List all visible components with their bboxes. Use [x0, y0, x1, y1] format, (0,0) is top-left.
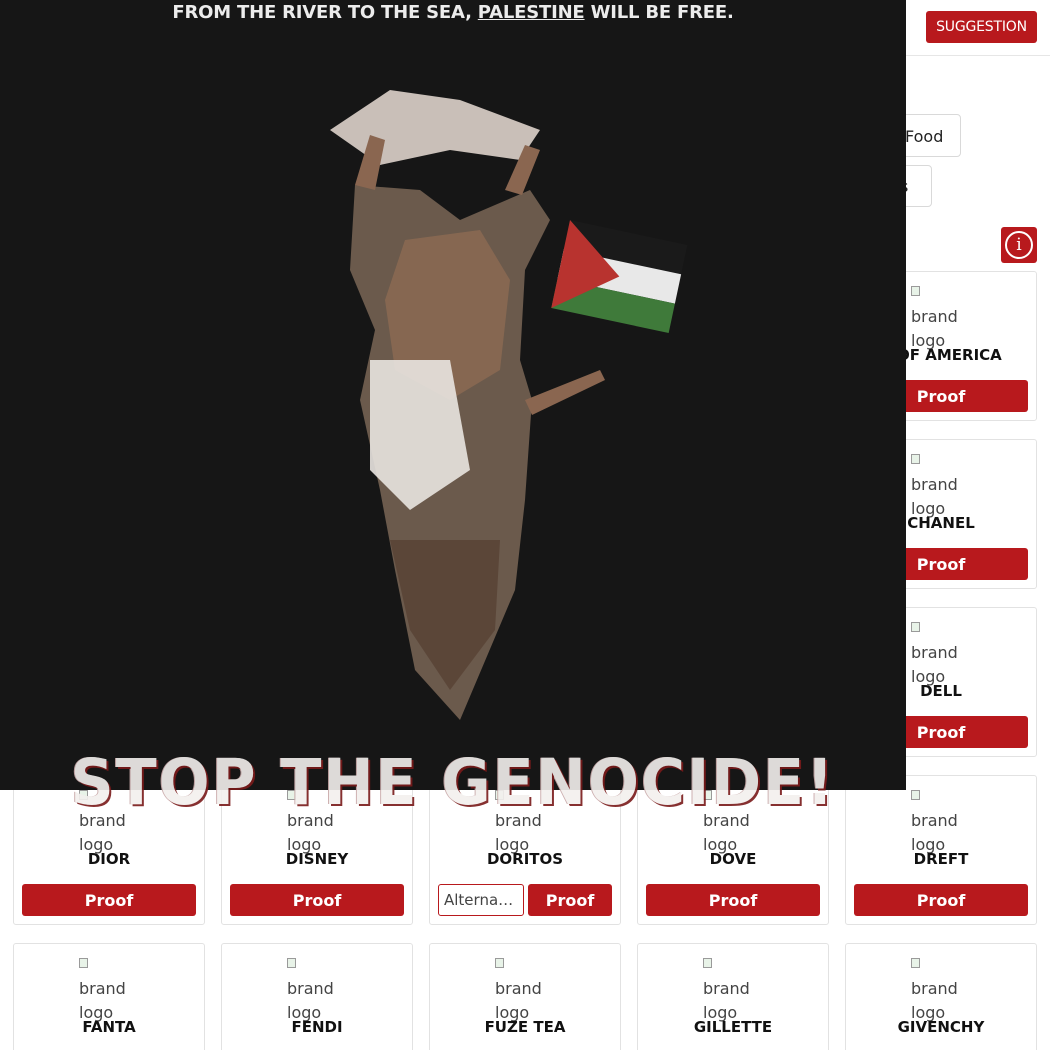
info-button[interactable]: i	[1001, 227, 1037, 263]
broken-image-icon	[287, 958, 296, 968]
broken-image-icon	[911, 958, 920, 968]
broken-image-icon	[79, 958, 88, 968]
brand-logo: brand logo	[703, 953, 763, 1025]
info-icon: i	[1005, 231, 1033, 259]
slogan-text: WILL BE FREE.	[584, 2, 734, 23]
broken-image-icon	[911, 454, 920, 464]
brand-logo-alt: brand logo	[911, 811, 958, 854]
brand-logo-alt: brand logo	[911, 475, 958, 518]
suggestion-button[interactable]: SUGGESTION	[926, 11, 1037, 43]
brand-card: brand logo FENDI	[221, 943, 413, 1050]
brand-name: FENDI	[291, 1018, 343, 1036]
brand-card: brand logo GIVENCHY	[845, 943, 1037, 1050]
brand-logo: brand logo	[911, 449, 971, 521]
brand-logo-alt: brand logo	[287, 979, 334, 1022]
brand-logo-alt: brand logo	[911, 307, 958, 350]
brand-logo: brand logo	[911, 953, 971, 1025]
slogan-text: FROM THE RIVER TO THE SEA,	[172, 2, 478, 23]
broken-image-icon	[911, 790, 920, 800]
headline: STOP THE GENOCIDE!	[70, 746, 836, 820]
brand-logo: brand logo	[911, 617, 971, 689]
palestine-map-collage	[330, 90, 688, 720]
brand-name: DORITOS	[486, 850, 564, 868]
brand-logo-alt: brand logo	[79, 979, 126, 1022]
broken-image-icon	[495, 958, 504, 968]
brand-logo-alt: brand logo	[495, 979, 542, 1022]
broken-image-icon	[911, 622, 920, 632]
brand-name: DOVE	[709, 850, 757, 868]
brand-card: brand logo GILLETTE	[637, 943, 829, 1050]
broken-image-icon	[911, 286, 920, 296]
broken-image-icon	[703, 958, 712, 968]
brand-logo: brand logo	[911, 281, 971, 353]
proof-button[interactable]: Proof	[230, 884, 404, 916]
brand-name: DIOR	[87, 850, 131, 868]
raised-cloth	[330, 90, 540, 165]
brand-card: brand logo FUZE TEA	[429, 943, 621, 1050]
proof-button[interactable]: Proof	[646, 884, 820, 916]
brand-name: DISNEY	[285, 850, 349, 868]
proof-button[interactable]: Proof	[22, 884, 196, 916]
brand-name: FUZE TEA	[484, 1018, 566, 1036]
brand-logo: brand logo	[911, 785, 971, 857]
brand-name: GILLETTE	[693, 1018, 773, 1036]
brand-logo-alt: brand logo	[911, 979, 958, 1022]
brand-logo-alt: brand logo	[911, 643, 958, 686]
proof-button[interactable]: Proof	[528, 884, 612, 916]
brand-name: GIVENCHY	[897, 1018, 985, 1036]
brand-name: DREFT	[913, 850, 969, 868]
palestine-flag	[551, 220, 688, 333]
alternative-field[interactable]: Alternat...	[438, 884, 524, 916]
brand-name: FANTA	[82, 1018, 136, 1036]
brand-logo: brand logo	[79, 953, 139, 1025]
brand-card: brand logo FANTA	[13, 943, 205, 1050]
category-chip-label: Food	[905, 127, 944, 146]
slogan: FROM THE RIVER TO THE SEA, PALESTINE WIL…	[0, 2, 906, 23]
proof-button[interactable]: Proof	[854, 884, 1028, 916]
palestine-link[interactable]: PALESTINE	[478, 2, 585, 23]
brand-logo: brand logo	[495, 953, 555, 1025]
brand-logo: brand logo	[287, 953, 347, 1025]
solidarity-overlay[interactable]: FROM THE RIVER TO THE SEA, PALESTINE WIL…	[0, 0, 906, 820]
brand-logo-alt: brand logo	[703, 979, 750, 1022]
